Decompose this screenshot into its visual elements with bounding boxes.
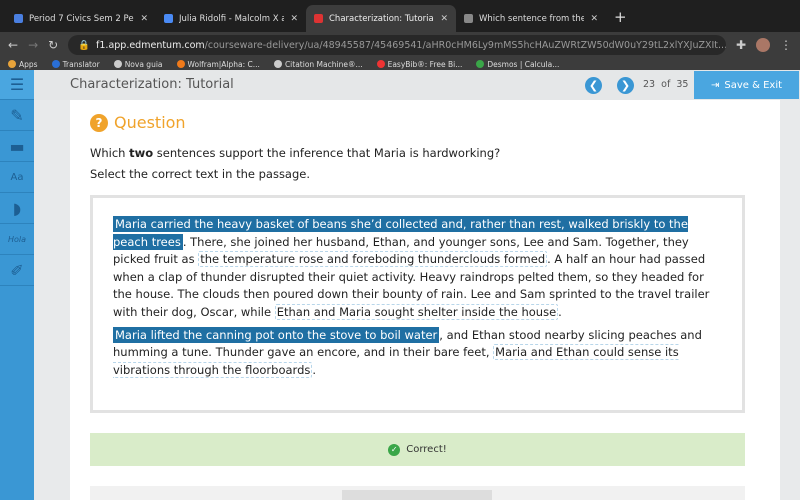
question-prompt: Which two sentences support the inferenc… (90, 146, 501, 160)
exit-icon: ⇥ (710, 79, 720, 91)
more-menu-icon[interactable]: ⋮ (780, 38, 792, 52)
url-host: f1.app.edmentum.com (96, 39, 205, 51)
favicon-icon (164, 14, 173, 23)
translate-icon[interactable]: Hola (0, 224, 34, 255)
url-input[interactable]: 🔒 f1.app.edmentum.com/courseware-deliver… (68, 35, 726, 55)
bookmark[interactable]: EasyBib®: Free Bi... (376, 59, 462, 69)
page-counter: 23 of 35 (643, 79, 689, 90)
browser-tab[interactable]: Which sentence from the pass✕ (456, 5, 606, 32)
browser-tab[interactable]: Characterization: Tutorial ✕ (306, 5, 456, 32)
passage-paragraph: Maria carried the heavy basket of beans … (113, 216, 722, 322)
browser-tab[interactable]: Julia Ridolfi - Malcolm X and M✕ (156, 5, 306, 32)
forward-icon[interactable]: → (28, 38, 38, 52)
passage-text: . (312, 362, 317, 377)
bookmark[interactable]: Citation Machine®... (273, 59, 363, 69)
close-tab-icon[interactable]: ✕ (440, 14, 448, 24)
passage-box: Maria carried the heavy basket of beans … (90, 195, 745, 413)
footer-bar (90, 486, 745, 500)
url-path: /courseware-delivery/ua/48945587/4546954… (204, 39, 726, 51)
close-tab-icon[interactable]: ✕ (290, 14, 298, 24)
bookmarks-bar: Apps Translator Nova guia Wolfram|Alpha: C.… (0, 58, 800, 70)
browser-tab[interactable]: Period 7 Civics Sem 2 Period 7✕ (6, 5, 156, 32)
content: ? Question Which two sentences support t… (70, 100, 780, 500)
footer-button[interactable] (342, 490, 492, 500)
bookmark-icon (176, 59, 185, 68)
bookmark-icon (113, 59, 122, 68)
save-exit-button[interactable]: ⇥ Save & Exit (694, 71, 799, 99)
new-tab-icon[interactable]: + (614, 8, 627, 26)
bookmark-icon (51, 59, 60, 68)
feedback-banner: ✓ Correct! (90, 433, 745, 466)
bookmark-icon (376, 59, 385, 68)
notes-icon[interactable]: ✎ (0, 100, 34, 131)
selected-sentence[interactable]: Maria lifted the canning pot onto the st… (113, 326, 440, 343)
bookmark[interactable]: Apps (8, 59, 38, 69)
folder-icon[interactable]: ▬ (0, 131, 34, 162)
address-bar-row: ← → ↻ 🔒 f1.app.edmentum.com/courseware-d… (0, 32, 800, 58)
bookmark-icon (273, 59, 282, 68)
menu-icon[interactable]: ☰ (0, 70, 34, 100)
close-tab-icon[interactable]: ✕ (140, 14, 148, 24)
highlighter-icon[interactable]: ✐ (0, 255, 34, 286)
bookmark[interactable]: Translator (51, 59, 100, 69)
passage-text: . (558, 304, 562, 319)
lock-icon: 🔒 (78, 39, 91, 51)
tab-strip: Period 7 Civics Sem 2 Period 7✕Julia Rid… (0, 0, 800, 32)
bookmark-icon (476, 59, 485, 68)
next-button[interactable]: ❯ (617, 77, 634, 94)
close-tab-icon[interactable]: ✕ (590, 14, 598, 24)
profile-avatar[interactable] (756, 38, 770, 52)
bookmark[interactable]: Wolfram|Alpha: C... (176, 59, 260, 69)
text-to-speech-icon[interactable]: ◗ (0, 193, 34, 224)
sidebar: ☰ ✎ ▬ Aa ◗ Hola ✐ (0, 70, 34, 500)
bookmark[interactable]: Nova guia (113, 59, 163, 69)
bookmark-icon (8, 59, 16, 68)
extension-icon[interactable]: ✚ (736, 38, 746, 52)
favicon-icon (464, 14, 473, 23)
app-header: Characterization: Tutorial ❮ ❯ 23 of 35 … (34, 70, 800, 100)
back-icon[interactable]: ← (8, 38, 18, 52)
instruction: Select the correct text in the passage. (90, 167, 311, 181)
dictionary-icon[interactable]: Aa (0, 162, 34, 193)
reload-icon[interactable]: ↻ (48, 38, 58, 52)
question-heading: ? Question (90, 113, 186, 132)
check-icon: ✓ (388, 443, 401, 456)
selectable-sentence[interactable]: Ethan and Maria sought shelter inside th… (274, 303, 559, 320)
page-title: Characterization: Tutorial (70, 77, 234, 92)
selectable-sentence[interactable]: the temperature rose and foreboding thun… (198, 251, 548, 268)
bookmark[interactable]: Desmos | Calcula... (476, 59, 559, 69)
favicon-icon (14, 14, 23, 23)
passage-paragraph: Maria lifted the canning pot onto the st… (113, 326, 722, 380)
previous-button[interactable]: ❮ (585, 77, 602, 94)
favicon-icon (314, 14, 323, 23)
question-icon: ? (90, 113, 108, 132)
